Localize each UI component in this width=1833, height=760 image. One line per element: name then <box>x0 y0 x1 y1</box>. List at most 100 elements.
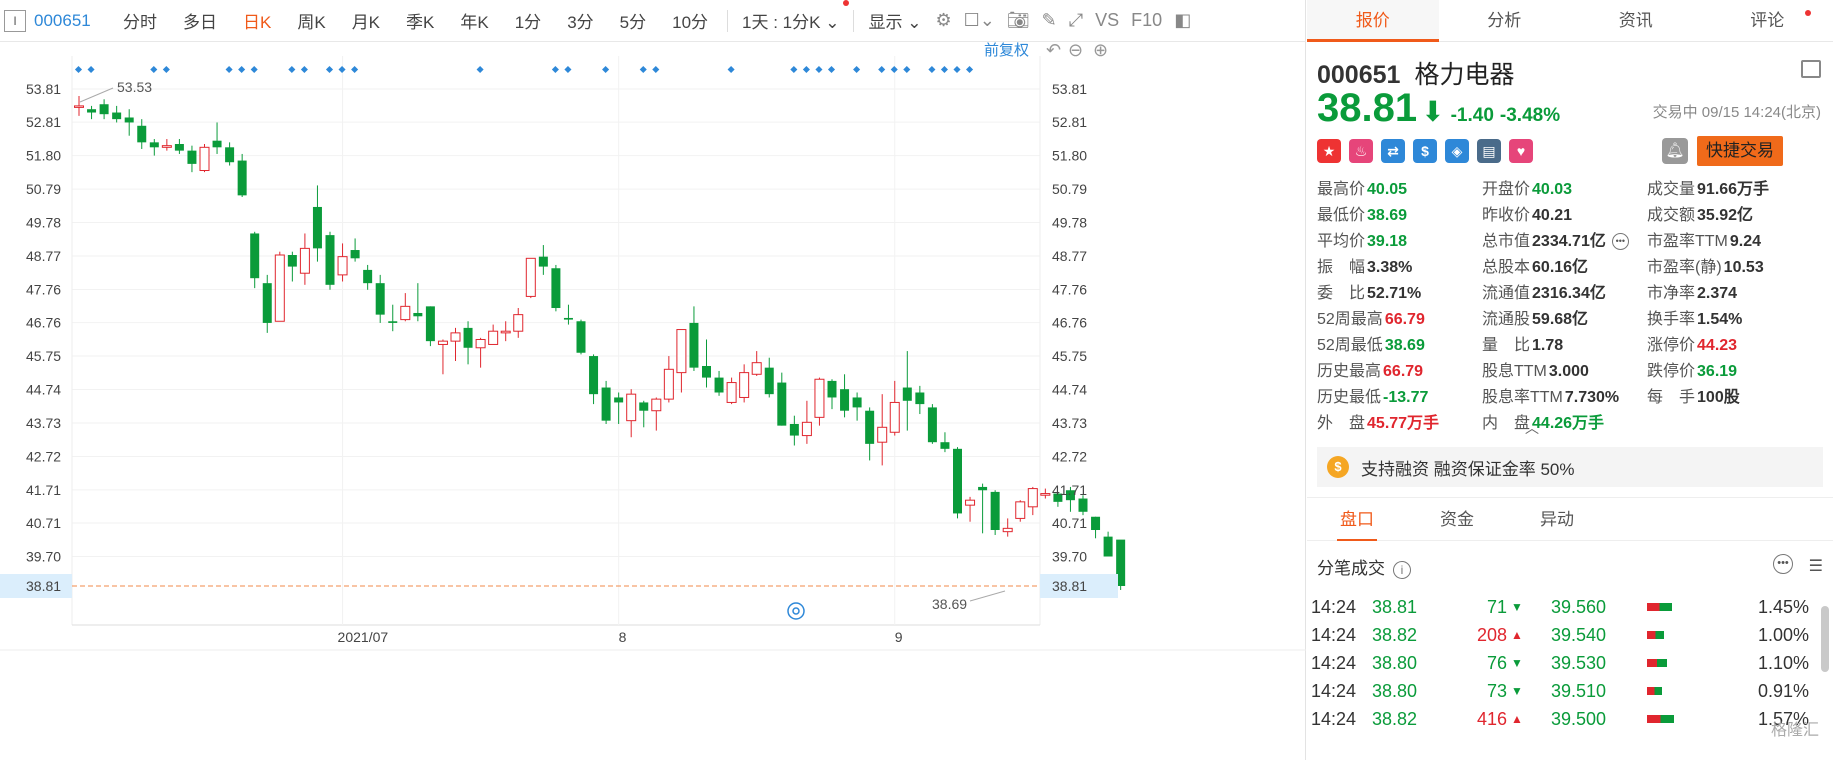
order-subtabs: 盘口 资金 异动 <box>1307 497 1833 541</box>
stat-value: 3.38% <box>1367 259 1413 276</box>
pencil-icon[interactable]: ✎ <box>1042 10 1057 31</box>
event-marker <box>225 65 233 74</box>
candle-body <box>174 144 184 151</box>
event-marker <box>338 65 346 74</box>
undo-icon[interactable]: ↶ <box>1046 42 1061 61</box>
more-icon[interactable]: ••• <box>1773 554 1793 574</box>
display-menu[interactable]: 显示 ⌄ <box>860 8 929 33</box>
chevron-down-icon: ⌄ <box>825 13 840 32</box>
camera-icon[interactable]: 📷︎ <box>1007 10 1030 31</box>
dollar-icon[interactable]: $ <box>1413 139 1437 163</box>
list-icon[interactable]: ☰ <box>1809 556 1823 576</box>
trade-price: 38.81 <box>1372 597 1418 617</box>
stat-item: 涨停价 44.23 <box>1647 334 1829 358</box>
interval-select[interactable]: 1天 : 1分K ⌄ <box>734 0 850 33</box>
candle-body <box>852 397 862 408</box>
stat-item: 52周最低 38.69 <box>1317 334 1482 358</box>
candle <box>437 339 448 375</box>
more-icon[interactable]: ••• <box>1611 233 1629 251</box>
sidebar-toggle-icon[interactable]: I <box>4 9 26 32</box>
zoom-out-icon[interactable]: ⊖ <box>1068 42 1083 61</box>
tab-analysis[interactable]: 分析 <box>1439 0 1571 41</box>
zoom-in-icon[interactable]: ⊕ <box>1093 42 1108 61</box>
tab-fund-flow[interactable]: 资金 <box>1407 498 1507 540</box>
heart-icon[interactable]: ♥ <box>1509 139 1533 163</box>
candle-body <box>589 356 599 395</box>
event-marker <box>815 65 823 74</box>
candle-body <box>777 382 787 426</box>
tag-icon[interactable]: ◈ <box>1445 139 1469 163</box>
stock-code-input[interactable]: 000651 <box>34 11 110 31</box>
y-tick-label-left: 38.81 <box>26 578 61 594</box>
period-1min[interactable]: 1分 <box>502 8 554 33</box>
candles <box>74 95 1126 590</box>
period-daily[interactable]: 日K <box>230 8 284 33</box>
book-icon[interactable]: ▤ <box>1477 139 1501 163</box>
f10-button[interactable]: F10 <box>1131 10 1162 31</box>
period-multiday[interactable]: 多日 <box>170 8 230 33</box>
tab-news[interactable]: 资讯 <box>1570 0 1702 41</box>
chevron-up-icon[interactable]: ︿ <box>1525 418 1539 438</box>
tab-orderbook[interactable]: 盘口 <box>1307 498 1407 541</box>
candle <box>689 306 699 371</box>
candle <box>475 337 486 368</box>
candle <box>940 432 950 453</box>
candlestick-chart[interactable]: 53.81 53.81 52.81 52.81 51.80 51.80 50.79 50.79… <box>0 42 1306 760</box>
stat-value: 66.79 <box>1383 363 1424 380</box>
candle <box>74 95 84 116</box>
period-5min[interactable]: 5分 <box>607 8 659 33</box>
y-axis: 53.81 53.81 52.81 52.81 51.80 51.80 50.79 50.79… <box>0 81 1118 598</box>
tab-movements[interactable]: 异动 <box>1507 498 1607 540</box>
trade-price: 38.80 <box>1372 681 1418 701</box>
fast-trade-button[interactable]: 快捷交易 <box>1697 136 1783 166</box>
period-monthly[interactable]: 月K <box>339 8 393 33</box>
trade-avg-price: 39.530 <box>1551 653 1607 673</box>
tab-comments[interactable]: 评论 <box>1702 0 1833 41</box>
hot-icon[interactable]: ♨ <box>1349 139 1373 163</box>
chevron-down-icon: ⌄ <box>907 13 922 32</box>
scrollbar[interactable] <box>1821 606 1829 672</box>
tab-quote[interactable]: 报价 <box>1307 0 1439 42</box>
period-weekly[interactable]: 周K <box>284 8 338 33</box>
y-tick-label-left: 45.75 <box>26 348 61 364</box>
x-tick-label: 8 <box>619 629 627 645</box>
stat-value: 36.19 <box>1697 363 1738 380</box>
menu-icon[interactable] <box>1801 60 1821 78</box>
vs-compare-button[interactable]: VS <box>1095 10 1119 31</box>
stat-label: 总股本 <box>1482 259 1531 276</box>
event-marker <box>162 65 170 74</box>
x-tick-label: 9 <box>895 629 903 645</box>
candle <box>814 377 825 426</box>
stat-label: 平均价 <box>1317 233 1366 250</box>
adjust-mode-button[interactable]: 前复权 <box>984 42 1029 59</box>
candle-body <box>965 499 976 506</box>
period-10min[interactable]: 10分 <box>659 8 721 33</box>
y-tick-label-right: 51.80 <box>1052 148 1087 164</box>
quote-tabs: 报价 分析 资讯 评论 <box>1307 0 1833 42</box>
period-3min[interactable]: 3分 <box>554 8 606 33</box>
connect-icon[interactable]: ⇄ <box>1381 139 1405 163</box>
candle-body <box>525 257 536 297</box>
china-flag-icon[interactable]: ★ <box>1317 139 1341 163</box>
period-intraday[interactable]: 分时 <box>110 8 170 33</box>
y-tick-label-left: 41.71 <box>26 482 61 498</box>
at-icon[interactable] <box>787 602 805 620</box>
candle <box>337 243 348 282</box>
stat-label: 52周最低 <box>1317 337 1383 354</box>
info-icon[interactable]: i <box>1393 561 1411 579</box>
bell-icon[interactable]: 🔔︎ <box>1662 138 1688 164</box>
fullscreen-icon[interactable]: ⤢ <box>1069 10 1083 31</box>
period-yearly[interactable]: 年K <box>447 8 501 33</box>
layout-icon[interactable]: ☐⌄ <box>964 10 995 31</box>
candle <box>425 306 435 347</box>
period-quarterly[interactable]: 季K <box>393 8 447 33</box>
settings-icon[interactable]: ⚙ <box>935 10 951 31</box>
stat-label: 流通值 <box>1482 285 1531 302</box>
stat-value: 52.71% <box>1367 285 1422 302</box>
candle <box>274 251 285 322</box>
stat-item: 成交额 35.92亿 <box>1647 204 1829 228</box>
event-marker <box>74 65 83 74</box>
event-marker <box>150 65 158 74</box>
panel-toggle-icon[interactable]: ◧ <box>1174 10 1191 31</box>
stat-value: 2316.34亿 <box>1532 285 1606 302</box>
